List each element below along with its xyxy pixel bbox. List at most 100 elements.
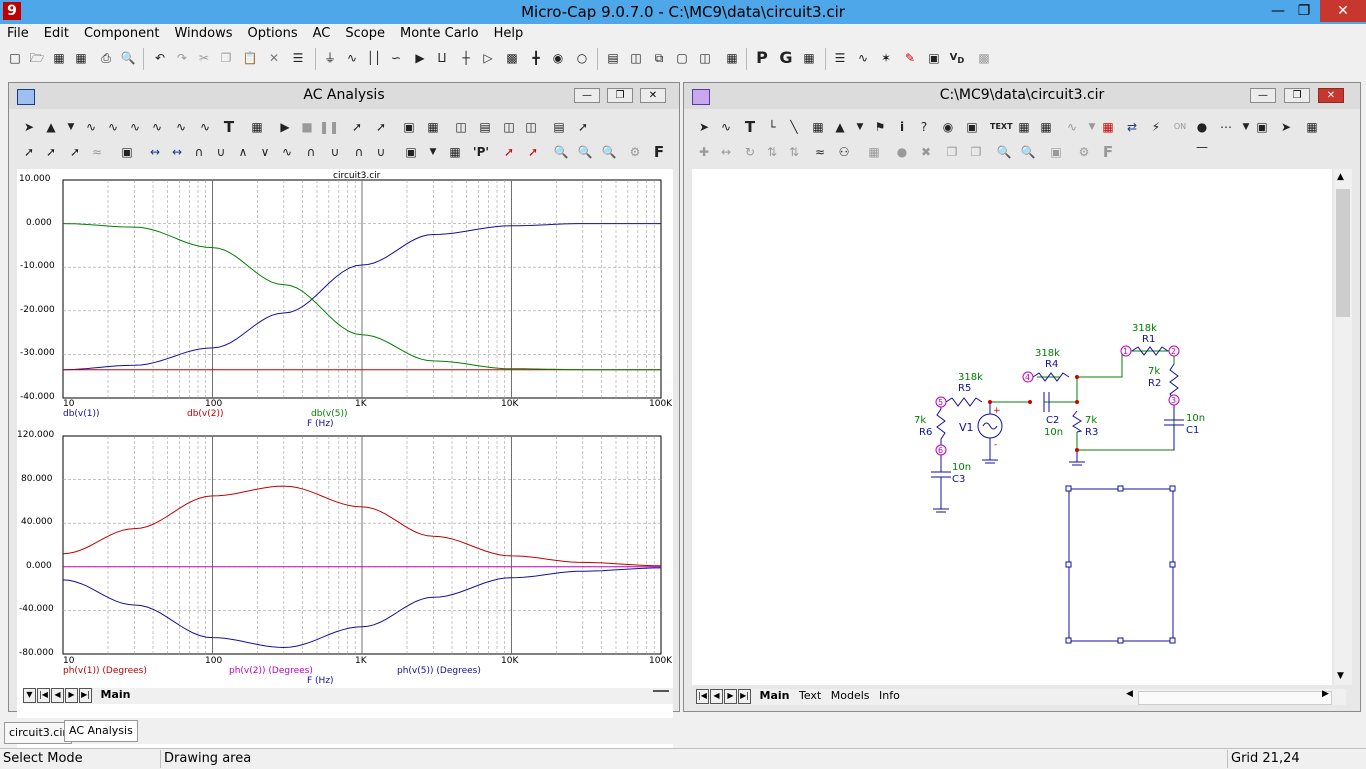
properties-icon[interactable]: ▦ — [1302, 117, 1322, 137]
zoom-in-icon[interactable]: 🔍 — [994, 142, 1014, 162]
cursor-left-icon[interactable]: ➚ — [19, 142, 39, 162]
pause-icon[interactable]: ❚❚ — [319, 117, 339, 137]
cascade-icon[interactable]: ⧉ — [649, 48, 669, 68]
dropdown-icon[interactable]: ▼ — [850, 117, 870, 137]
autoscale-icon[interactable]: ∿ — [103, 117, 123, 137]
select-arrow-icon[interactable]: ➤ — [694, 117, 714, 137]
camera-icon[interactable]: ▣ — [1046, 142, 1066, 162]
nav-prev-icon[interactable]: ◀ — [710, 689, 723, 704]
layout-e-icon[interactable]: ▤ — [549, 117, 569, 137]
scroll-thumb[interactable] — [1336, 189, 1350, 317]
sch-close-button[interactable]: ✕ — [1318, 88, 1344, 103]
netlist-icon[interactable]: ☰ — [830, 48, 850, 68]
menu-scope[interactable]: Scope — [338, 24, 393, 41]
analysis-icon[interactable]: ✶ — [876, 48, 896, 68]
open-file-icon[interactable]: 🗁 — [27, 48, 47, 68]
copy-disabled-icon[interactable]: ❐ — [942, 142, 962, 162]
vertical-scrollbar[interactable]: ▲ ▼ — [1334, 169, 1352, 685]
save-all-icon[interactable]: ▦ — [71, 48, 91, 68]
orthogonal-wire-icon[interactable]: └ — [762, 117, 782, 137]
f-tool-icon[interactable]: F — [1098, 142, 1118, 162]
transistor-icon[interactable]: ⨿ — [432, 48, 452, 68]
resistor-icon[interactable]: ∿ — [342, 48, 362, 68]
close-button[interactable]: ✕ — [1320, 0, 1366, 22]
print-icon[interactable]: ⎙ — [96, 48, 116, 68]
shapes-icon[interactable]: ▲ — [830, 117, 850, 137]
new-file-icon[interactable]: □ — [5, 48, 25, 68]
dropdown-2-icon[interactable]: ▼ — [423, 142, 443, 162]
grid-dots-icon[interactable]: ⋯ — [1216, 117, 1236, 137]
opamp-icon[interactable]: ▷ — [478, 48, 498, 68]
tab-info[interactable]: Info — [879, 689, 900, 702]
flip-vertical-icon[interactable]: ⇅ — [784, 142, 804, 162]
waveform-icon[interactable]: ∿ — [853, 48, 873, 68]
tab-main[interactable]: Main — [760, 689, 790, 702]
tokens-icon[interactable]: ∿ — [147, 117, 167, 137]
cursor-mode-icon[interactable]: ➚ — [65, 142, 85, 162]
layout-b-icon[interactable]: ▤ — [475, 117, 495, 137]
maximize-button[interactable]: ❐ — [1288, 0, 1320, 22]
top-icon[interactable]: ∩ — [349, 142, 369, 162]
doc-tab-circuit[interactable]: circuit3.cir — [4, 722, 72, 744]
restore-scale-icon[interactable]: ∿ — [125, 117, 145, 137]
inductor-icon[interactable]: ∽ — [386, 48, 406, 68]
schematic-canvas[interactable]: 318k R1 7k R2 7k R3 318k R4 318k R5 7k R… — [692, 169, 1332, 685]
component-icon[interactable]: ▣ — [401, 142, 421, 162]
mirror-icon[interactable]: ↔ — [716, 142, 736, 162]
legend-db-v1[interactable]: db(v(1)) — [63, 409, 100, 419]
legend-ph-v5[interactable]: ph(v(5)) (Degrees) — [397, 666, 481, 676]
scroll-down-icon[interactable]: ▼ — [1337, 671, 1344, 681]
stop-icon[interactable]: ■ — [297, 117, 317, 137]
tab-text[interactable]: Text — [799, 689, 821, 702]
scale-icon[interactable]: ∿ — [81, 117, 101, 137]
paste-icon[interactable]: 📋 — [240, 48, 260, 68]
menu-help[interactable]: Help — [487, 24, 532, 41]
info-disabled-icon[interactable]: ● — [892, 142, 912, 162]
menu-component[interactable]: Component — [77, 24, 167, 41]
tile-horizontal-icon[interactable]: ▤ — [603, 48, 623, 68]
text-tool-icon[interactable]: T — [740, 117, 760, 137]
diode-icon[interactable]: ▶ — [410, 48, 430, 68]
sine-source-icon[interactable]: ○ — [572, 48, 592, 68]
globe-icon[interactable]: ◉ — [938, 117, 958, 137]
pointer-tool-icon[interactable]: ➤ — [1276, 117, 1296, 137]
low-icon[interactable]: ∨ — [255, 142, 275, 162]
ac-close-button[interactable]: ✕ — [640, 88, 666, 103]
legend-db-v5[interactable]: db(v(5)) — [311, 409, 348, 419]
legend-ph-v2[interactable]: ph(v(2)) (Degrees) — [229, 666, 313, 676]
menu-edit[interactable]: Edit — [37, 24, 77, 41]
redo-icon[interactable]: ↷ — [172, 48, 192, 68]
bus-icon[interactable]: ▦ — [808, 117, 828, 137]
ac-minimize-button[interactable]: — — [574, 88, 600, 103]
plots-svg[interactable] — [17, 169, 673, 687]
nmos-icon[interactable]: ┼ — [456, 48, 476, 68]
component-list-icon[interactable]: ☰ — [288, 48, 308, 68]
tab-main[interactable]: Main — [101, 688, 131, 701]
shapes-icon[interactable]: ▲ — [41, 117, 61, 137]
calculator-icon[interactable]: ▦ — [722, 48, 742, 68]
ac-restore-button[interactable]: ❐ — [607, 88, 633, 103]
tile-vertical-icon[interactable]: ◫ — [626, 48, 646, 68]
valley-icon[interactable]: ∪ — [211, 142, 231, 162]
on-icon[interactable]: ON — [1170, 117, 1190, 137]
sch-minimize-button[interactable]: — — [1250, 88, 1276, 103]
flip-icon[interactable]: ⇅ — [762, 142, 782, 162]
cursor-disabled-icon[interactable]: ≈ — [87, 142, 107, 162]
cut-icon[interactable]: ✂ — [194, 48, 214, 68]
peak-icon[interactable]: ▣ — [117, 142, 137, 162]
display-icon[interactable]: ▣ — [924, 48, 944, 68]
nav-next-icon[interactable]: ▶ — [65, 688, 78, 703]
capacitor-icon[interactable]: ││ — [364, 48, 384, 68]
tab-models[interactable]: Models — [831, 689, 870, 702]
inflection-icon[interactable]: ∿ — [277, 142, 297, 162]
pin-connect-icon[interactable]: ●— — [1192, 117, 1212, 154]
layout-d-icon[interactable]: ◫ — [521, 117, 541, 137]
nav-first-icon[interactable]: |◀ — [696, 689, 709, 704]
tag-2-icon[interactable]: ➚ — [523, 142, 543, 162]
wire-icon[interactable]: ∿ — [716, 117, 736, 137]
power-icon[interactable]: ⚡ — [1146, 117, 1166, 137]
settings-disabled-icon[interactable]: ⚙ — [1074, 142, 1094, 162]
comment-icon[interactable]: ▦ — [864, 142, 884, 162]
hscroll-right-icon[interactable]: ▶ — [1322, 689, 1329, 699]
menu-windows[interactable]: Windows — [167, 24, 240, 41]
